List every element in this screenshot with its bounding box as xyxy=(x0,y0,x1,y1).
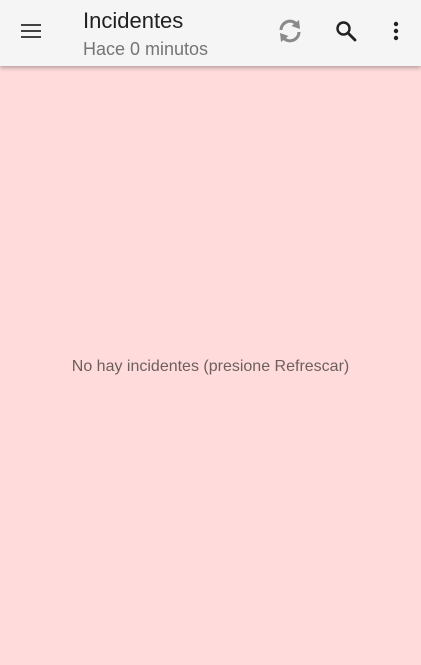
incident-list-area: No hay incidentes (presione Refrescar) xyxy=(0,66,421,665)
last-updated-subtitle: Hace 0 minutos xyxy=(83,39,209,59)
page-title: Incidentes xyxy=(83,8,184,33)
empty-state-message: No hay incidentes (presione Refrescar) xyxy=(71,358,350,375)
search-button[interactable] xyxy=(324,9,368,53)
more-vert-icon xyxy=(393,21,399,41)
app-bar: Incidentes Hace 0 minutos xyxy=(0,0,421,66)
hamburger-menu-icon xyxy=(21,24,41,38)
toolbar-titles: Incidentes Hace 0 minutos xyxy=(83,8,208,60)
menu-button[interactable] xyxy=(9,9,53,53)
refresh-icon xyxy=(279,19,301,43)
more-options-button[interactable] xyxy=(374,9,418,53)
search-icon xyxy=(336,21,357,42)
refresh-button[interactable] xyxy=(268,9,312,53)
